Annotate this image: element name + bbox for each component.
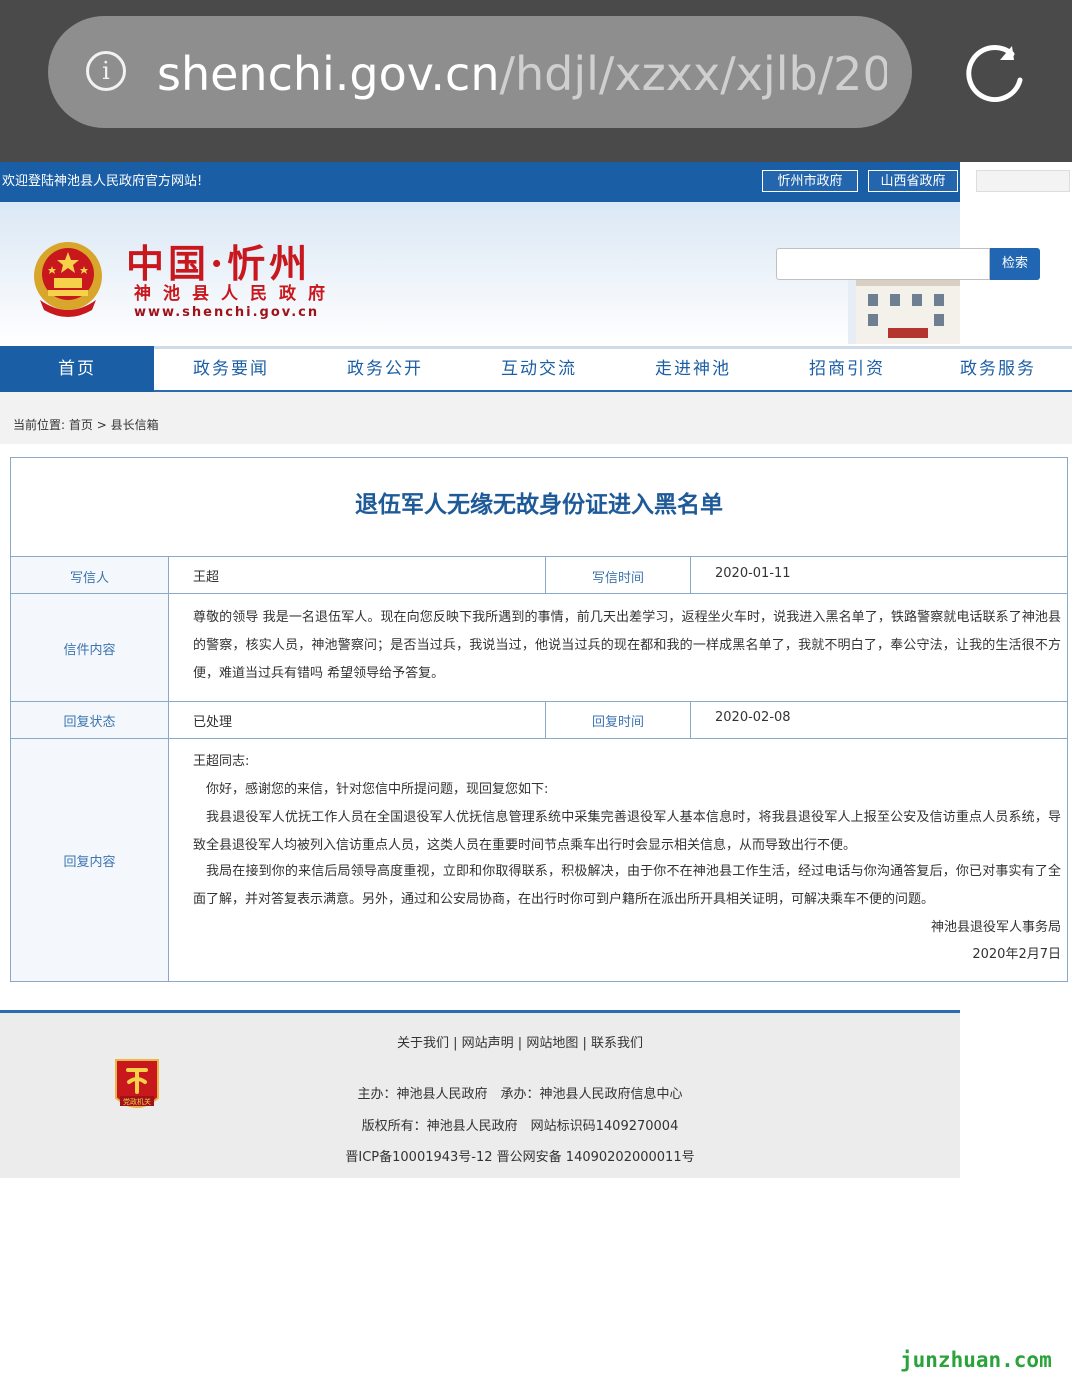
breadcrumb-home[interactable]: 首页 <box>69 418 93 432</box>
reply-paragraph-3: 我局在接到你的来信后局领导高度重视，立即和你取得联系，积极解决，由于你不在神池县… <box>193 864 1061 907</box>
logo-sub-text: 神池县人民政府 <box>134 284 337 304</box>
breadcrumb-bar <box>0 392 1072 444</box>
reply-salutation: 王超同志: <box>193 754 250 769</box>
nav-home[interactable]: 首页 <box>0 346 154 392</box>
writer-label: 写信人 <box>69 571 109 586</box>
reply-date: 2020年2月7日 <box>972 947 1061 962</box>
footer-copyright: 版权所有：神池县人民政府 网站标识码1409270004 <box>361 1119 679 1134</box>
write-time-value: 2020-01-11 <box>715 566 791 581</box>
letter-content: 尊敬的领导 我是一名退伍军人。现在向您反映下我所遇到的事情，前几天出差学习，返程… <box>193 610 1061 681</box>
reload-icon[interactable] <box>962 40 1028 106</box>
nav-interaction[interactable]: 互动交流 <box>462 346 616 392</box>
table-line <box>690 556 691 593</box>
watermark-text: junzhuan.com <box>900 1348 1052 1372</box>
nav-news[interactable]: 政务要闻 <box>154 346 308 392</box>
logo-main-text: 中国·忻州 <box>126 241 312 286</box>
status-label: 回复状态 <box>63 715 116 730</box>
url-text[interactable]: shenchi.gov.cn/hdjl/xzxx/xjlb/202( <box>157 42 887 106</box>
footer-icp[interactable]: 晋ICP备10001943号-12 晋公网安备 14090202000011号 <box>0 1148 1040 1168</box>
table-line <box>168 556 169 981</box>
search-button[interactable]: 检索 <box>990 248 1040 280</box>
reply-time-value: 2020-02-08 <box>715 710 791 725</box>
reply-label: 回复内容 <box>63 855 116 870</box>
writer-value: 王超 <box>193 570 220 585</box>
url-domain: shenchi.gov.cn <box>157 47 500 101</box>
nav-services[interactable]: 政务服务 <box>924 346 1072 392</box>
info-icon[interactable]: i <box>86 51 126 91</box>
table-line <box>690 701 691 738</box>
logo-url-text: www.shenchi.gov.cn <box>134 305 320 320</box>
search-input[interactable] <box>776 248 990 280</box>
link-xinzhou-gov[interactable]: 忻州市政府 <box>762 170 858 192</box>
status-value: 已处理 <box>193 715 233 730</box>
letter-title: 退伍军人无缘无故身份证进入黑名单 <box>355 492 723 518</box>
footer-links[interactable]: 关于我们 | 网站声明 | 网站地图 | 联系我们 <box>0 1034 1040 1054</box>
breadcrumb-separator: > <box>96 418 107 432</box>
footer-sponsor: 主办：神池县人民政府 承办：神池县人民政府信息中心 <box>357 1087 683 1102</box>
breadcrumb: 当前位置: 首页 > 县长信箱 <box>13 416 159 434</box>
nav-about-shenchi[interactable]: 走进神池 <box>616 346 770 392</box>
url-path: /hdjl/xzxx/xjlb/202( <box>499 47 887 101</box>
content-label: 信件内容 <box>63 643 116 658</box>
link-shanxi-gov[interactable]: 山西省政府 <box>868 170 958 192</box>
reply-time-label: 回复时间 <box>591 715 644 730</box>
reply-paragraph-1: 你好，感谢您的来信，针对您信中所提问题，现回复您如下: <box>206 782 549 797</box>
topbar-blank-box <box>976 170 1070 192</box>
nav-gov-open[interactable]: 政务公开 <box>308 346 462 392</box>
reply-paragraph-2: 我县退役军人优抚工作人员在全国退役军人优抚信息管理系统中采集完善退役军人基本信息… <box>193 810 1061 853</box>
reply-signature: 神池县退役军人事务局 <box>930 920 1061 935</box>
breadcrumb-prefix: 当前位置: <box>13 418 66 432</box>
header-building-image <box>848 270 960 344</box>
write-time-label: 写信时间 <box>591 571 644 586</box>
welcome-text: 欢迎登陆神池县人民政府官方网站! <box>2 174 203 189</box>
national-emblem-icon <box>34 242 102 317</box>
nav-investment[interactable]: 招商引资 <box>770 346 924 392</box>
breadcrumb-current[interactable]: 县长信箱 <box>111 418 159 432</box>
